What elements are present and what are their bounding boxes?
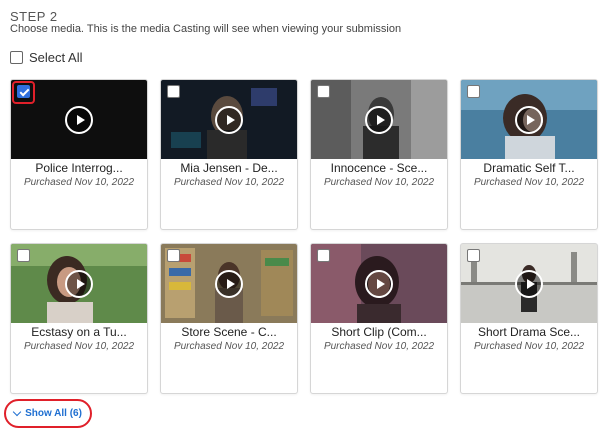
media-checkbox[interactable] (17, 249, 30, 262)
media-title: Police Interrog... (35, 161, 123, 175)
video-thumbnail[interactable] (311, 244, 447, 323)
media-checkbox[interactable] (167, 249, 180, 262)
media-card[interactable]: Ecstasy on a Tu... Purchased Nov 10, 202… (10, 243, 148, 394)
play-icon[interactable] (65, 270, 93, 298)
media-title: Dramatic Self T... (483, 161, 575, 175)
media-card[interactable]: Short Clip (Com... Purchased Nov 10, 202… (310, 243, 448, 394)
media-checkbox[interactable] (17, 85, 30, 98)
media-card[interactable]: Store Scene - C... Purchased Nov 10, 202… (160, 243, 298, 394)
media-checkbox[interactable] (317, 249, 330, 262)
media-date: Purchased Nov 10, 2022 (323, 177, 435, 188)
media-date: Purchased Nov 10, 2022 (23, 177, 135, 188)
play-icon[interactable] (515, 106, 543, 134)
media-title: Store Scene - C... (181, 325, 277, 339)
step-title: STEP 2 (10, 9, 58, 24)
video-thumbnail[interactable] (161, 80, 297, 159)
media-checkbox[interactable] (317, 85, 330, 98)
video-thumbnail[interactable] (461, 80, 597, 159)
media-title: Ecstasy on a Tu... (31, 325, 127, 339)
show-all-button[interactable]: Show All (6) (4, 399, 92, 428)
media-date: Purchased Nov 10, 2022 (23, 341, 135, 352)
media-title: Mia Jensen - De... (180, 161, 278, 175)
media-checkbox[interactable] (467, 85, 480, 98)
media-checkbox[interactable] (167, 85, 180, 98)
media-date: Purchased Nov 10, 2022 (173, 177, 285, 188)
media-title: Innocence - Sce... (330, 161, 428, 175)
video-thumbnail[interactable] (161, 244, 297, 323)
media-card[interactable]: Short Drama Sce... Purchased Nov 10, 202… (460, 243, 598, 394)
video-thumbnail[interactable] (311, 80, 447, 159)
media-card[interactable]: Police Interrog... Purchased Nov 10, 202… (10, 79, 148, 230)
media-card[interactable]: Innocence - Sce... Purchased Nov 10, 202… (310, 79, 448, 230)
media-date: Purchased Nov 10, 2022 (473, 177, 585, 188)
media-card[interactable]: Dramatic Self T... Purchased Nov 10, 202… (460, 79, 598, 230)
video-thumbnail[interactable] (461, 244, 597, 323)
media-checkbox[interactable] (467, 249, 480, 262)
play-icon[interactable] (515, 270, 543, 298)
play-icon[interactable] (215, 270, 243, 298)
media-date: Purchased Nov 10, 2022 (473, 341, 585, 352)
show-all-label: Show All (6) (25, 408, 82, 419)
media-date: Purchased Nov 10, 2022 (173, 341, 285, 352)
video-thumbnail[interactable] (11, 244, 147, 323)
play-icon[interactable] (365, 270, 393, 298)
media-card[interactable]: Mia Jensen - De... Purchased Nov 10, 202… (160, 79, 298, 230)
chevron-down-icon (12, 407, 22, 417)
play-icon[interactable] (215, 106, 243, 134)
select-all-box[interactable] (10, 51, 23, 64)
select-all-checkbox[interactable]: Select All (10, 50, 82, 65)
media-title: Short Drama Sce... (477, 325, 581, 339)
play-icon[interactable] (65, 106, 93, 134)
media-date: Purchased Nov 10, 2022 (323, 341, 435, 352)
select-all-label: Select All (29, 50, 83, 65)
step-description: Choose media. This is the media Casting … (10, 23, 402, 35)
play-icon[interactable] (365, 106, 393, 134)
media-title: Short Clip (Com... (331, 325, 427, 339)
